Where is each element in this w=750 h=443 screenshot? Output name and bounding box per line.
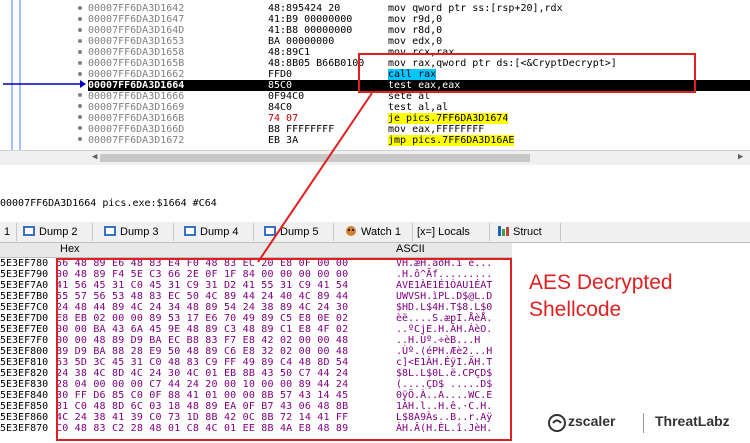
annotation-line-2: Shellcode: [529, 298, 622, 321]
disasm-row[interactable]: 00007FF6DA3D164D 41:B8 00000000 mov r8d,…: [88, 25, 750, 36]
disasm-address: 00007FF6DA3D1658: [88, 47, 185, 58]
annotation-text: AES Decrypted Shellcode: [529, 269, 673, 323]
memory-icon: [183, 225, 197, 237]
dump-tab-bar: 1 Dump 2 Dump 3 Dump 4 Dump 5 Watch 1 [x…: [0, 222, 750, 243]
tab-watch-1[interactable]: Watch 1: [340, 223, 413, 241]
tab-label: Watch 1: [361, 226, 401, 238]
disasm-address: 00007FF6DA3D1662: [88, 69, 185, 80]
tab-dump-5[interactable]: Dump 5: [259, 223, 334, 241]
tab-dump-4[interactable]: Dump 4: [179, 223, 254, 241]
zscaler-logo-icon: [548, 414, 566, 432]
disasm-row[interactable]: 00007FF6DA3D166B 74 07 je pics.7FF6DA3D1…: [88, 113, 750, 124]
tab-dump-2[interactable]: Dump 2: [18, 223, 93, 241]
disasm-row[interactable]: 00007FF6DA3D1669 84C0 test al,al: [88, 102, 750, 113]
disasm-bytes: 41:B9 00000000: [268, 14, 353, 25]
disasm-row[interactable]: 00007FF6DA3D1642 48:895424 20 mov qword …: [88, 3, 750, 14]
disasm-address: 00007FF6DA3D1653: [88, 36, 185, 47]
disasm-row[interactable]: 00007FF6DA3D166D B8 FFFFFFFF mov eax,FFF…: [88, 124, 750, 135]
disasm-bytes: 84C0: [268, 102, 293, 113]
ascii-column-header: ASCII: [396, 243, 425, 255]
disasm-instruction: test al,al: [388, 102, 449, 113]
disasm-address: 00007FF6DA3D165B: [88, 58, 185, 69]
disasm-bytes: 41:B8 00000000: [268, 25, 353, 36]
disasm-instruction: mov edx,0: [388, 36, 443, 47]
disasm-address: 00007FF6DA3D1666: [88, 91, 185, 102]
disasm-bytes: 48:8B05 B66B0100: [268, 58, 365, 69]
disasm-address: 00007FF6DA3D1647: [88, 14, 185, 25]
disasm-address: 00007FF6DA3D1672: [88, 135, 185, 146]
tab-label: 1: [4, 226, 11, 238]
tab-struct[interactable]: Struct: [492, 223, 561, 241]
disasm-bytes: B8 FFFFFFFF: [268, 124, 335, 135]
zscaler-brand: zscaler: [568, 413, 616, 429]
disasm-bytes: FFD0: [268, 69, 293, 80]
disasm-address: 00007FF6DA3D166B: [88, 113, 185, 124]
tab-label: Dump 3: [120, 226, 159, 238]
disasm-bytes: 48:895424 20: [268, 3, 341, 14]
tab-label: Dump 4: [200, 226, 239, 238]
disasm-address: 00007FF6DA3D164D: [88, 25, 185, 36]
disasm-instruction: mov r8d,0: [388, 25, 443, 36]
disasm-bytes: 48:89C1: [268, 47, 311, 58]
disasm-instruction: mov r9d,0: [388, 14, 443, 25]
dump-address: 5E3EF870: [0, 423, 49, 434]
disasm-bytes: BA 00000000: [268, 36, 335, 47]
memory-icon: [103, 225, 117, 237]
scrollbar-thumb[interactable]: [100, 154, 530, 162]
decrypted-shellcode-highlight: [56, 258, 512, 441]
disasm-row[interactable]: 00007FF6DA3D1653 BA 00000000 mov edx,0: [88, 36, 750, 47]
disasm-bytes: 85C0: [268, 80, 293, 91]
disasm-address: 00007FF6DA3D1642: [88, 3, 185, 14]
annotation-line-1: AES Decrypted: [529, 271, 673, 294]
watch-icon: [344, 225, 358, 237]
tab-label: Struct: [513, 226, 542, 238]
tab-label: [x=] Locals: [417, 226, 470, 238]
tab-dump-3[interactable]: Dump 3: [99, 223, 174, 241]
disasm-instruction: mov eax,FFFFFFFF: [388, 124, 485, 135]
disasm-bytes: 74 07: [268, 113, 299, 124]
disasm-bytes: 0F94C0: [268, 91, 305, 102]
threatlabz-brand: ThreatLabz: [655, 413, 730, 429]
scroll-left-icon[interactable]: ◀: [92, 152, 97, 162]
disasm-row[interactable]: 00007FF6DA3D1672 EB 3A jmp pics.7FF6DA3D…: [88, 135, 750, 146]
branch-gutter: [0, 0, 88, 150]
hex-column-header: Hex: [60, 243, 80, 255]
brand-divider: [643, 413, 644, 433]
struct-icon: [496, 225, 510, 237]
tab-label: Dump 2: [39, 226, 78, 238]
disasm-address: 00007FF6DA3D1669: [88, 102, 185, 113]
disasm-address: 00007FF6DA3D1664: [88, 80, 185, 91]
disasm-address: 00007FF6DA3D166D: [88, 124, 185, 135]
tab-dump-1[interactable]: 1: [0, 223, 17, 241]
horizontal-scrollbar[interactable]: ◀ ▶: [0, 150, 750, 165]
status-line: 00007FF6DA3D1664 pics.exe:$1664 #C64: [0, 198, 217, 209]
tab-locals[interactable]: [x=] Locals: [413, 223, 490, 241]
disasm-row[interactable]: 00007FF6DA3D1647 41:B9 00000000 mov r9d,…: [88, 14, 750, 25]
tab-label: Dump 5: [280, 226, 319, 238]
branch-arrows: [3, 0, 86, 150]
memory-icon: [22, 225, 36, 237]
memory-icon: [263, 225, 277, 237]
cryptdecrypt-call-highlight: [358, 53, 696, 93]
disasm-instruction: mov qword ptr ss:[rsp+20],rdx: [388, 3, 563, 14]
dump-header: Hex ASCII: [0, 243, 512, 258]
disasm-bytes: EB 3A: [268, 135, 299, 146]
disasm-instruction: jmp pics.7FF6DA3D16AE: [388, 135, 515, 146]
scroll-right-icon[interactable]: ▶: [738, 152, 743, 162]
disasm-instruction: je pics.7FF6DA3D1674: [388, 113, 509, 124]
